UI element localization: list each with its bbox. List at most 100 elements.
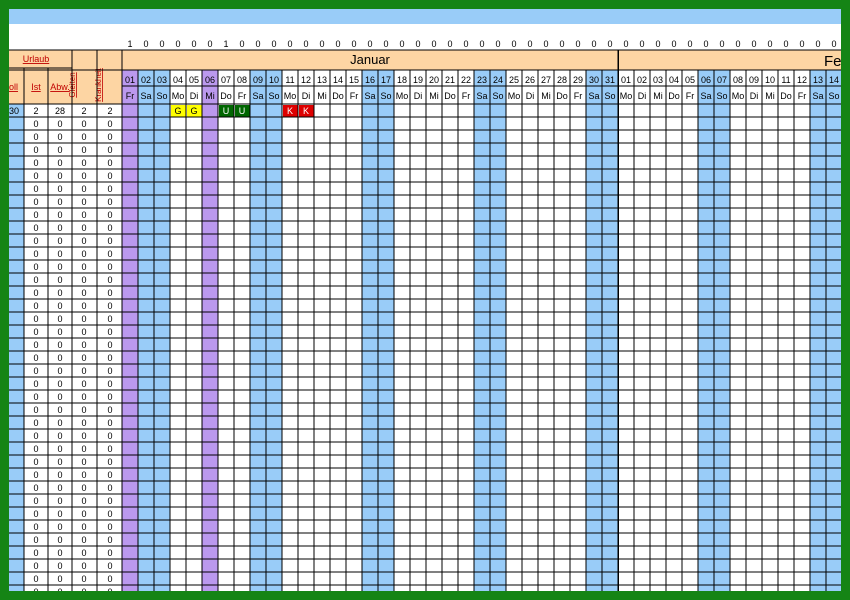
urlaub-header: Urlaub [23, 54, 50, 64]
flag-value: 0 [751, 39, 756, 49]
day-column-16[interactable] [362, 70, 378, 591]
day-column-27[interactable] [538, 70, 554, 591]
row-g-value: 0 [81, 210, 86, 220]
flag-value: 0 [431, 39, 436, 49]
day-column-37[interactable] [698, 70, 714, 591]
day-column-31[interactable] [602, 70, 618, 591]
day-column-9[interactable] [250, 70, 266, 591]
day-column-14[interactable] [330, 70, 346, 591]
flag-value: 0 [159, 39, 164, 49]
day-column-18[interactable] [394, 70, 410, 591]
day-name: Mo [284, 91, 297, 101]
day-number: 11 [781, 75, 790, 85]
row-ist-value: 0 [33, 327, 38, 337]
day-column-34[interactable] [650, 70, 666, 591]
day-number: 09 [749, 75, 759, 85]
day-number: 17 [381, 75, 391, 85]
flag-value: 0 [239, 39, 244, 49]
flag-value: 0 [415, 39, 420, 49]
flag-value: 0 [815, 39, 820, 49]
row-g-value: 0 [81, 197, 86, 207]
flag-value: 0 [543, 39, 548, 49]
flag-value: 0 [383, 39, 388, 49]
day-column-28[interactable] [554, 70, 570, 591]
row-k-value: 0 [107, 288, 112, 298]
day-column-21[interactable] [442, 70, 458, 591]
flag-value: 0 [319, 39, 324, 49]
row-abw-value: 0 [57, 548, 62, 558]
row-abw-value: 0 [57, 327, 62, 337]
day-name: Di [638, 91, 647, 101]
day-column-33[interactable] [634, 70, 650, 591]
row-g-value: 0 [81, 366, 86, 376]
row-k-value: 0 [107, 340, 112, 350]
day-column-5[interactable] [186, 70, 202, 591]
day-name: Do [780, 91, 792, 101]
day-column-2[interactable] [138, 70, 154, 591]
day-number: 09 [253, 75, 263, 85]
day-column-41[interactable] [762, 70, 778, 591]
day-name: Sa [140, 91, 151, 101]
row-abw-value: 0 [57, 457, 62, 467]
day-column-10[interactable] [266, 70, 282, 591]
day-number: 10 [765, 75, 775, 85]
day-number: 25 [509, 75, 519, 85]
day-column-1[interactable] [122, 70, 138, 591]
row-abw-value: 0 [57, 119, 62, 129]
day-column-43[interactable] [794, 70, 810, 591]
day-column-35[interactable] [666, 70, 682, 591]
day-number: 10 [269, 75, 279, 85]
flag-value: 0 [655, 39, 660, 49]
row-g-value: 0 [81, 236, 86, 246]
day-column-13[interactable] [314, 70, 330, 591]
day-column-45[interactable] [826, 70, 841, 591]
row-ist-value: 0 [33, 262, 38, 272]
day-column-12[interactable] [298, 70, 314, 591]
day-name: Fr [126, 91, 135, 101]
day-column-15[interactable] [346, 70, 362, 591]
day-column-11[interactable] [282, 70, 298, 591]
day-name: Fr [574, 91, 583, 101]
day-column-22[interactable] [458, 70, 474, 591]
day-column-44[interactable] [810, 70, 826, 591]
row-k-value: 0 [107, 392, 112, 402]
day-column-8[interactable] [234, 70, 250, 591]
day-name: Fr [350, 91, 359, 101]
row-ist-value: 0 [33, 288, 38, 298]
day-column-7[interactable] [218, 70, 234, 591]
day-column-3[interactable] [154, 70, 170, 591]
day-column-6[interactable] [202, 70, 218, 591]
vacation-planner-grid[interactable]: 1000001000000000000000000000000000000000… [9, 9, 841, 591]
day-number: 07 [221, 75, 231, 85]
day-column-42[interactable] [778, 70, 794, 591]
day-number: 04 [173, 75, 183, 85]
day-column-19[interactable] [410, 70, 426, 591]
day-column-4[interactable] [170, 70, 186, 591]
row-k-value: 0 [107, 223, 112, 233]
day-number: 15 [349, 75, 359, 85]
day-column-20[interactable] [426, 70, 442, 591]
day-column-32[interactable] [618, 70, 634, 591]
day-number: 14 [829, 75, 839, 85]
day-column-25[interactable] [506, 70, 522, 591]
row-g-value: 0 [81, 392, 86, 402]
row-g-value: 0 [81, 522, 86, 532]
day-column-26[interactable] [522, 70, 538, 591]
flag-value: 0 [191, 39, 196, 49]
day-column-17[interactable] [378, 70, 394, 591]
flag-value: 0 [399, 39, 404, 49]
day-column-40[interactable] [746, 70, 762, 591]
day-column-36[interactable] [682, 70, 698, 591]
row-abw-value: 0 [57, 314, 62, 324]
day-column-39[interactable] [730, 70, 746, 591]
day-number: 01 [125, 75, 135, 85]
day-column-29[interactable] [570, 70, 586, 591]
day-name: So [828, 91, 839, 101]
day-column-23[interactable] [474, 70, 490, 591]
day-column-24[interactable] [490, 70, 506, 591]
row-abw-value: 0 [57, 379, 62, 389]
day-name: Di [190, 91, 199, 101]
day-column-30[interactable] [586, 70, 602, 591]
row-ist-value: 0 [33, 249, 38, 259]
day-column-38[interactable] [714, 70, 730, 591]
